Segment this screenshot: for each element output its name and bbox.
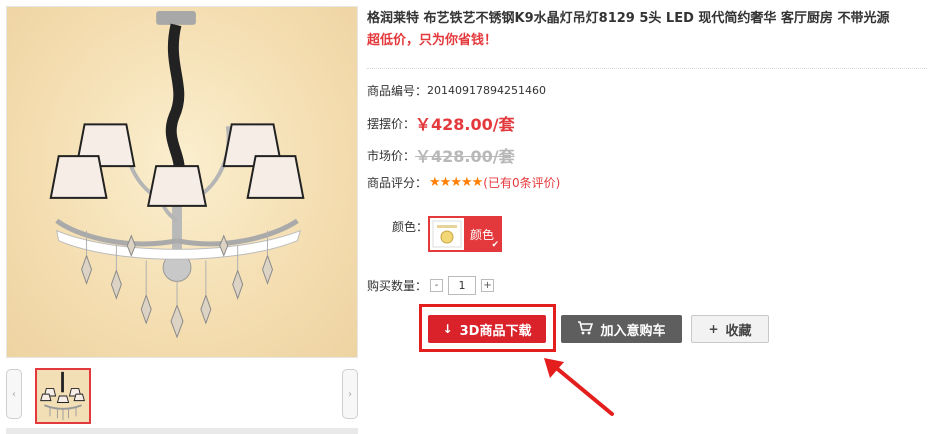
- quantity-increase-button[interactable]: +: [481, 279, 495, 292]
- cart-icon: [577, 320, 594, 338]
- color-label: 颜色：: [392, 220, 429, 234]
- sku-row: 商品编号： 20140917894251460: [367, 82, 546, 99]
- market-price-value: ￥428.00/套: [415, 147, 515, 166]
- product-slogan: 超低价，只为你省钱！: [367, 33, 498, 48]
- price-label: 摆摆价：: [367, 116, 416, 131]
- color-swatch-selected[interactable]: 颜色 ✔: [428, 216, 502, 252]
- download-3d-button[interactable]: ↓ 3D商品下载: [428, 315, 546, 343]
- thumbnail-next-button[interactable]: ›: [342, 369, 358, 419]
- rating-row: 商品评分： ★★★★★ (已有0条评价): [367, 174, 560, 191]
- ceiling-cap: [156, 10, 196, 25]
- sku-value: 20140917894251460: [427, 84, 546, 97]
- plus-icon: +: [708, 322, 719, 336]
- download-arrow-icon: ↓: [442, 322, 453, 336]
- product-info-header: 格润莱特 布艺铁艺不锈钢K9水晶灯吊灯8129 5头 LED 现代简约奢华 客厅…: [367, 8, 927, 52]
- price-row: 摆摆价： ￥428.00/套: [367, 111, 515, 135]
- main-product-image: [6, 6, 358, 358]
- price-value: ￥428.00/套: [415, 115, 515, 134]
- thumbnail-strip: ‹ ›: [6, 368, 358, 426]
- rating-stars-icon: ★★★★★: [429, 175, 483, 190]
- chevron-left-icon: ‹: [12, 388, 16, 400]
- annotation-arrow-icon: [544, 358, 614, 416]
- market-price-row: 市场价： ￥428.00/套: [367, 143, 515, 167]
- info-divider: [367, 68, 927, 69]
- add-to-cart-button[interactable]: 加入意购车: [561, 315, 682, 343]
- quantity-decrease-button[interactable]: -: [430, 279, 444, 292]
- sku-label: 商品编号：: [367, 84, 428, 98]
- check-icon: ✔: [491, 240, 499, 250]
- rating-review-link[interactable]: (已有0条评价): [483, 174, 560, 191]
- quantity-stepper: 购买数量： - +: [367, 276, 495, 295]
- swatch-image-icon: [432, 220, 462, 248]
- add-to-cart-label: 加入意购车: [600, 323, 666, 339]
- cord-sleeve: [165, 23, 185, 178]
- favorite-label: 收藏: [725, 323, 752, 339]
- gallery-bottom-bar: [6, 428, 358, 434]
- product-title: 格润莱特 布艺铁艺不锈钢K9水晶灯吊灯8129 5头 LED 现代简约奢华 客厅…: [367, 11, 890, 26]
- thumbnail-chandelier-image: [40, 371, 85, 421]
- swatch-thumbnail: [430, 218, 464, 250]
- quantity-input[interactable]: [448, 276, 477, 295]
- download-3d-label: 3D商品下载: [459, 323, 532, 339]
- thumbnail-item[interactable]: [35, 368, 91, 424]
- chevron-right-icon: ›: [348, 388, 352, 400]
- thumbnail-prev-button[interactable]: ‹: [6, 369, 22, 419]
- rating-label: 商品评分：: [367, 176, 428, 190]
- chandelier-image: [49, 10, 305, 339]
- market-price-label: 市场价：: [367, 148, 416, 163]
- favorite-button[interactable]: + 收藏: [691, 315, 769, 343]
- quantity-label: 购买数量：: [367, 279, 428, 293]
